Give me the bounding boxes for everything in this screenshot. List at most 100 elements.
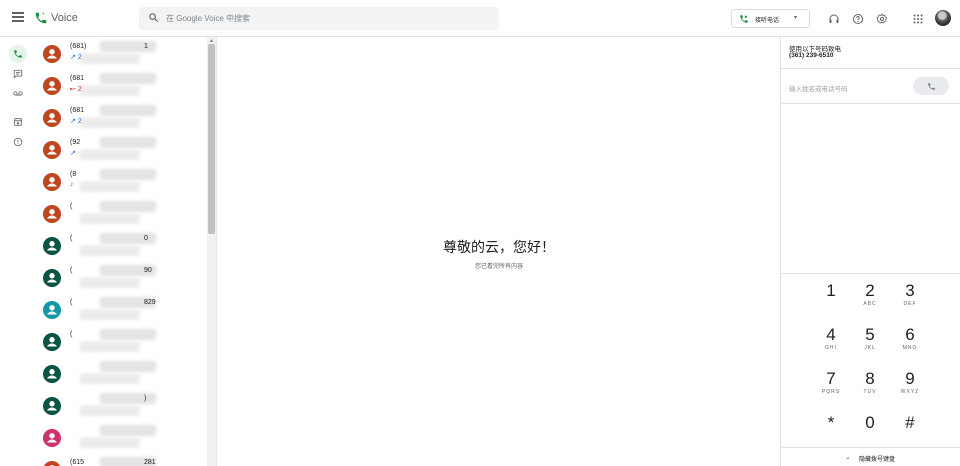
dialpad-key[interactable]: 5 JKL: [850, 325, 890, 367]
conversation-number: (: [70, 267, 73, 274]
hide-keypad-button[interactable]: ⌄ 隐藏拨号键盘: [781, 447, 960, 466]
dialpad-key[interactable]: 3 DEF: [890, 281, 930, 323]
dialpad-key[interactable]: 2 ABC: [850, 281, 890, 323]
voice-logo-icon: [35, 12, 47, 24]
conversation-item[interactable]: (681) 1 ↗ 2: [36, 38, 206, 70]
conversation-status: ↜ 2: [70, 86, 82, 93]
dial-input[interactable]: 输入姓名或电话号码: [789, 83, 848, 93]
conversation-item[interactable]: ): [36, 390, 206, 422]
voicemail-icon: [13, 91, 23, 96]
redacted-block: [80, 117, 140, 128]
conversation-item[interactable]: [36, 422, 206, 454]
messages-icon: [13, 69, 23, 79]
contact-avatar-icon: [43, 173, 61, 191]
redacted-block: [100, 169, 156, 180]
dial-call-button[interactable]: [913, 77, 949, 95]
search-icon[interactable]: [148, 12, 159, 23]
redacted-block: [80, 245, 140, 256]
conversation-item[interactable]: (92 ↗: [36, 134, 206, 166]
main-content: 尊敬的云，您好！ 您已看完所有内容: [216, 37, 780, 466]
conversation-number-tail: 281: [144, 459, 156, 466]
redacted-block: [100, 73, 156, 84]
redacted-block: [100, 361, 156, 372]
conversation-item[interactable]: (615 281: [36, 454, 206, 466]
divider: [781, 103, 960, 104]
key-digit: 3: [905, 281, 915, 300]
redacted-block: [80, 309, 140, 320]
redacted-block: [100, 425, 156, 436]
dialpad-key[interactable]: 7 PQRS: [811, 369, 851, 411]
search-input[interactable]: 在 Google Voice 中搜索: [166, 13, 250, 24]
key-letters: DEF: [903, 301, 917, 307]
contact-avatar-icon: [43, 429, 61, 447]
redacted-block: [80, 341, 140, 352]
contact-avatar-icon: [43, 269, 61, 287]
conversation-item[interactable]: [36, 358, 206, 390]
nav-messages[interactable]: [9, 65, 27, 83]
key-letters: PQRS: [821, 389, 841, 395]
greeting-title: 尊敬的云，您好！: [443, 239, 555, 255]
conversation-item[interactable]: (: [36, 198, 206, 230]
redacted-block: [100, 137, 156, 148]
hide-keypad-label: 隐藏拨号键盘: [859, 457, 896, 463]
conversation-item[interactable]: (0: [36, 230, 206, 262]
key-letters: GHI: [825, 345, 837, 351]
key-digit: #: [905, 413, 915, 432]
conversation-status: ↗: [70, 150, 76, 157]
conversation-item[interactable]: (829: [36, 294, 206, 326]
conversation-number: (681): [70, 43, 87, 50]
search-bar[interactable]: 在 Google Voice 中搜索: [139, 7, 499, 30]
conversation-item[interactable]: (90: [36, 262, 206, 294]
key-letters: WXYZ: [900, 389, 920, 395]
conversation-item[interactable]: (: [36, 326, 206, 358]
nav-rail: [0, 37, 36, 466]
divider: [781, 68, 960, 69]
headset-icon[interactable]: [828, 13, 840, 25]
conversation-status: ♪: [70, 181, 74, 188]
key-digit: 9: [905, 369, 915, 388]
contact-avatar-icon: [43, 45, 61, 63]
conversation-item[interactable]: (681 ↜ 2: [36, 70, 206, 102]
scroll-thumb[interactable]: [208, 44, 215, 234]
nav-voicemail[interactable]: [9, 84, 27, 102]
redacted-block: [80, 149, 140, 160]
dialpad-key[interactable]: 9 WXYZ: [890, 369, 930, 411]
redacted-block: [80, 405, 140, 416]
call-mode-dropdown[interactable]: 接听电话 ▾: [731, 9, 810, 28]
nav-calls[interactable]: [9, 45, 27, 63]
contact-avatar-icon: [43, 333, 61, 351]
key-letters: MNO: [902, 345, 918, 351]
key-digit: 0: [865, 413, 875, 432]
conversation-number: (92: [70, 139, 81, 146]
conversation-number: (: [70, 331, 73, 338]
conversation-number-tail: ): [144, 395, 147, 402]
main-menu-icon[interactable]: [12, 12, 24, 22]
contact-avatar-icon: [43, 301, 61, 319]
redacted-block: [80, 181, 140, 192]
apps-icon[interactable]: [912, 13, 924, 25]
settings-icon[interactable]: [876, 13, 888, 25]
conversation-number-tail: 1: [144, 43, 148, 50]
key-digit: 7: [826, 369, 836, 388]
list-scrollbar[interactable]: ▲: [207, 37, 216, 466]
conversation-item[interactable]: (681 ↗ 2: [36, 102, 206, 134]
nav-archive[interactable]: [9, 113, 27, 131]
help-icon[interactable]: [852, 13, 864, 25]
redacted-block: [80, 277, 140, 288]
redacted-block: [100, 329, 156, 340]
dialpad-key[interactable]: 8 TUV: [850, 369, 890, 411]
nav-spam[interactable]: [9, 133, 27, 151]
dialpad-key[interactable]: 1: [811, 281, 851, 323]
key-digit: 5: [865, 325, 875, 344]
conversation-item[interactable]: (8 ♪: [36, 166, 206, 198]
redacted-block: [100, 105, 156, 116]
account-avatar[interactable]: [935, 10, 951, 26]
calling-from-number[interactable]: (361) 239-6510: [789, 52, 833, 59]
app-title[interactable]: Voice: [51, 12, 78, 24]
dialpad-key[interactable]: 4 GHI: [811, 325, 851, 367]
dialpad-key[interactable]: 6 MNO: [890, 325, 930, 367]
contact-avatar-icon: [43, 365, 61, 383]
calls-icon: [14, 50, 22, 58]
contact-avatar-icon: [43, 141, 61, 159]
conversation-number-tail: 90: [144, 267, 152, 274]
